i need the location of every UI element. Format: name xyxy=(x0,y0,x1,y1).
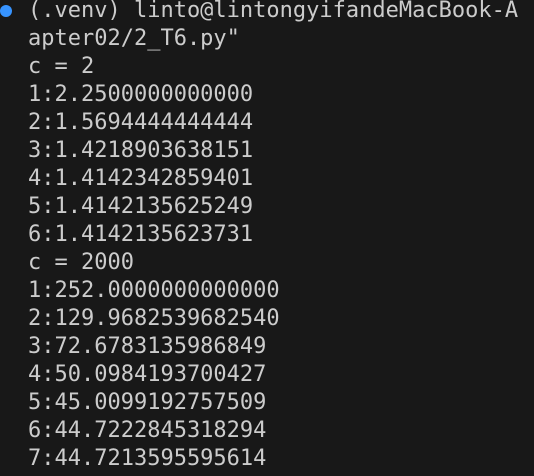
command-line: apter02/2_T6.py" xyxy=(28,26,240,51)
output-line: 5:1.4142135625249 xyxy=(28,194,254,219)
output-line: c = 2000 xyxy=(28,250,134,275)
terminal-panel[interactable]: (.venv) linto@lintongyifandeMacBook-A ap… xyxy=(0,0,534,476)
output-line: 2:1.5694444444444 xyxy=(28,110,254,135)
output-line: 7:44.7213595595614 xyxy=(28,446,267,471)
output-line: c = 2 xyxy=(28,54,95,79)
output-line: 5:45.0099192757509 xyxy=(28,390,267,415)
command-status-dot-icon[interactable] xyxy=(0,5,12,17)
output-line: 4:1.4142342859401 xyxy=(28,166,254,191)
output-line: 3:72.6783135986849 xyxy=(28,334,267,359)
output-line: 4:50.0984193700427 xyxy=(28,362,267,387)
output-line: 2:129.9682539682540 xyxy=(28,306,280,331)
prompt-line: (.venv) linto@lintongyifandeMacBook-A xyxy=(28,0,519,23)
output-line: 6:44.7222845318294 xyxy=(28,418,267,443)
output-line: 3:1.4218903638151 xyxy=(28,138,254,163)
output-line: 6:1.4142135623731 xyxy=(28,222,254,247)
output-line: 1:252.0000000000000 xyxy=(28,278,280,303)
output-line: 1:2.2500000000000 xyxy=(28,82,254,107)
